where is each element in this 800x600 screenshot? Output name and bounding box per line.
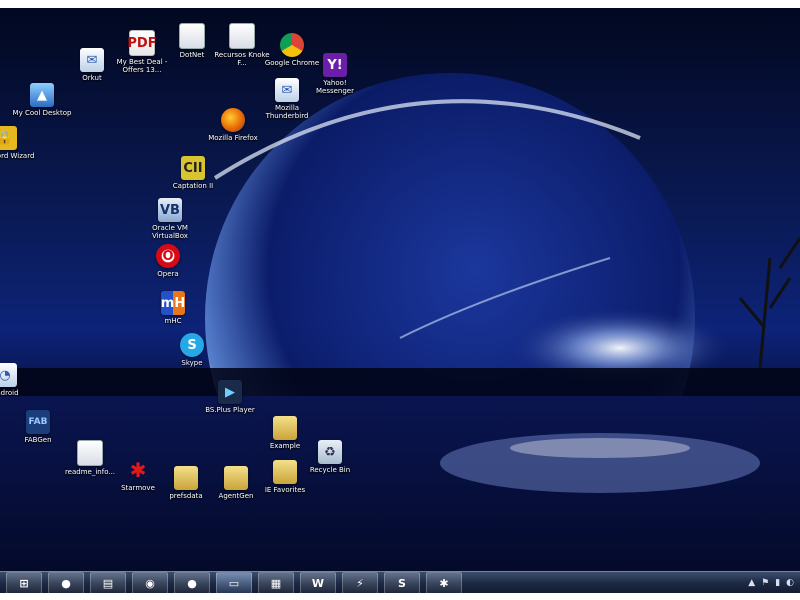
desktop-icon-label: Mozilla Thunderbird: [265, 104, 309, 120]
document-icon: [179, 23, 205, 49]
recycle-bin-icon: ♻: [318, 440, 342, 464]
notepad-taskbar-button[interactable]: ▦: [258, 572, 294, 593]
desktop-icon-label: Recycle Bin: [309, 466, 351, 474]
desktop-icon-label: Mozilla Firefox: [208, 134, 258, 142]
desktop-icon[interactable]: O Opera: [138, 244, 198, 278]
tray-icon[interactable]: ▮: [775, 578, 780, 588]
starmove-icon: ✱: [129, 458, 147, 482]
opera-icon: O: [156, 244, 180, 268]
virtualbox-icon: VB: [158, 198, 182, 222]
winamp-taskbar-button[interactable]: ⚡: [342, 572, 378, 593]
chrome-icon: [280, 33, 304, 57]
folder-icon: [174, 466, 198, 490]
desktop-icon[interactable]: ▶ BS.Plus Player: [200, 380, 260, 414]
desktop-icon[interactable]: CII Captation II: [163, 156, 223, 190]
desktop-icon-label: BS.Plus Player: [205, 406, 255, 414]
system-tray: ▲ ⚑ ▮ ◐: [748, 578, 794, 588]
desktop-icon-label: prefsdata: [169, 492, 203, 500]
taskbar: ⊞ ● ▤ ◉ ● ▭ ▦ W ⚡ S ✱ ▲ ⚑ ▮ ◐: [0, 571, 800, 593]
capture-icon: CII: [181, 156, 205, 180]
desktop[interactable]: ✉ Orkut PDF My Best Deal - Offers 13... DotN…: [0, 8, 800, 593]
folder-icon: [273, 460, 297, 484]
desktop-icon[interactable]: FAB FABGen: [8, 410, 68, 444]
starmove-taskbar-button[interactable]: ✱: [426, 572, 462, 593]
pdf-document-icon: PDF: [127, 30, 157, 56]
explorer-taskbar-button[interactable]: ▤: [90, 572, 126, 593]
desktop-icon-label: FABGen: [24, 436, 52, 444]
desktop-icon-label: IE Favorites: [264, 486, 306, 494]
document-icon: [229, 23, 255, 49]
window-taskbar-button[interactable]: ▭: [216, 572, 252, 593]
desktop-icon-label: AgentGen: [218, 492, 254, 500]
desktop-icon-label: Orkut: [82, 74, 102, 82]
folder-icon: [224, 466, 248, 490]
document-icon: [77, 440, 103, 466]
desktop-icon[interactable]: Mozilla Firefox: [203, 108, 263, 142]
desktop-icon-label: Skype: [181, 359, 203, 367]
desktop-icon-label: Android: [0, 389, 19, 397]
desktop-icon[interactable]: mH mHC: [143, 291, 203, 325]
desktop-icon-label: mHC: [164, 317, 182, 325]
yahoo-messenger-icon: Y!: [323, 53, 347, 77]
skype-icon: S: [180, 333, 204, 357]
desktop-icon-label: Example: [269, 442, 301, 450]
desktop-icon-label: My Cool Desktop: [12, 109, 72, 117]
desktop-icon-label: Opera: [157, 270, 179, 278]
desktop-icon[interactable]: IE Favorites: [255, 460, 315, 494]
skype-taskbar-button[interactable]: S: [384, 572, 420, 593]
thunderbird-icon: ✉: [275, 78, 299, 102]
firefox-icon: [221, 108, 245, 132]
messenger-taskbar-button[interactable]: ◉: [132, 572, 168, 593]
android-icon: ◔: [0, 363, 17, 387]
firefox-taskbar-button[interactable]: ●: [48, 572, 84, 593]
mhc-icon: mH: [161, 291, 185, 315]
tray-icon[interactable]: ⚑: [761, 578, 769, 588]
media-player-icon: ▶: [218, 380, 242, 404]
desktop-icon[interactable]: ✉ Mozilla Thunderbird: [257, 78, 317, 120]
desktop-icon-label: Oracle VM VirtualBox: [152, 224, 188, 240]
desktop-icon[interactable]: S Skype: [162, 333, 222, 367]
tray-icon[interactable]: ◐: [786, 578, 794, 588]
desktop-icon-label: Password Wizard: [0, 152, 35, 160]
green-app-taskbar-button[interactable]: ●: [174, 572, 210, 593]
desktop-icon-label: Captation II: [172, 182, 214, 190]
desktop-icon[interactable]: ◔ Android: [0, 363, 35, 397]
desktop-icon-label: Starmove: [121, 484, 155, 492]
desktop-icon-label: DotNet: [179, 51, 205, 59]
tray-icon[interactable]: ▲: [748, 578, 755, 588]
start-button[interactable]: ⊞: [6, 572, 42, 593]
folder-icon: [273, 416, 297, 440]
orkut-icon: ✉: [80, 48, 104, 72]
desktop-icon[interactable]: VB Oracle VM VirtualBox: [140, 198, 200, 240]
fabgen-icon: FAB: [26, 410, 50, 434]
desktop-icon[interactable]: 🔒 Password Wizard: [0, 126, 35, 160]
word-taskbar-button[interactable]: W: [300, 572, 336, 593]
lock-icon: 🔒: [0, 126, 17, 150]
desktop-app-icon: ▲: [30, 83, 54, 107]
desktop-icon-label: My Best Deal - Offers 13...: [116, 58, 168, 74]
desktop-icon[interactable]: ▲ My Cool Desktop: [12, 83, 72, 117]
